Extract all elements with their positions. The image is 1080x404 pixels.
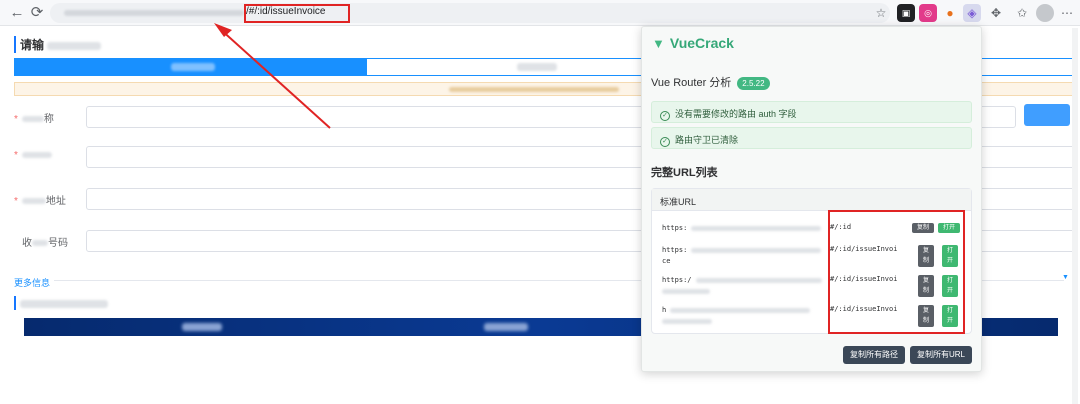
blurred-text <box>484 323 528 331</box>
search-button[interactable] <box>1024 104 1070 126</box>
browser-toolbar: ← ⟳ /#/:id/issueInvoice ☆ ▣ ◎ ● ◈ ✥ ✩ ⋯ <box>0 0 1080 26</box>
copy-all-urls-button[interactable]: 复制所有URL <box>910 346 972 364</box>
form-label: * 称 <box>14 114 54 125</box>
scrollbar[interactable] <box>1072 28 1078 404</box>
favorites-icon[interactable]: ✩ <box>1013 4 1031 22</box>
card-header: 标准URL <box>652 189 971 211</box>
copy-all-paths-button[interactable]: 复制所有路径 <box>843 346 905 364</box>
blurred-text <box>182 323 222 331</box>
router-analysis-title: Vue Router 分析 2.5.22 <box>651 74 770 90</box>
puzzle-icon[interactable]: ✥ <box>987 4 1005 22</box>
form-label: * <box>14 150 84 161</box>
chevron-down-icon[interactable]: ▼ <box>1062 274 1069 281</box>
extension-icon[interactable]: ◎ <box>919 4 937 22</box>
annotation-box <box>828 210 965 334</box>
section-title-text: 请输 <box>20 38 45 52</box>
url-prefix: h <box>662 305 830 327</box>
section-title <box>14 296 108 310</box>
avatar[interactable] <box>1036 4 1054 22</box>
url-prefix: https: <box>662 223 830 234</box>
section-title: 请输 <box>14 36 102 53</box>
star-icon[interactable]: ☆ <box>872 4 890 22</box>
url-prefix: https: ce <box>662 245 830 267</box>
extension-icon[interactable]: ▣ <box>897 4 915 22</box>
blurred-text <box>449 87 619 92</box>
brand: ▼ VueCrack <box>652 35 734 51</box>
form-label: * 地址 <box>14 196 66 207</box>
extension-icon[interactable]: ● <box>941 4 959 22</box>
vue-logo-icon: ▼ <box>652 36 665 51</box>
back-icon[interactable]: ← <box>8 4 26 22</box>
blurred-text <box>517 63 557 71</box>
check-circle-icon: ✓ <box>660 137 670 147</box>
form-label: 收号码 <box>22 238 68 249</box>
menu-icon[interactable]: ⋯ <box>1058 4 1076 22</box>
url-annotation-box <box>244 4 350 23</box>
status-guard: ✓ 路由守卫已清除 <box>651 127 972 149</box>
status-auth: ✓ 没有需要修改的路由 auth 字段 <box>651 101 972 123</box>
url-prefix: https:/ <box>662 275 830 297</box>
vuecrack-extension-icon[interactable]: ◈ <box>963 4 981 22</box>
blurred-url-host <box>64 10 244 16</box>
blurred-text <box>171 63 215 71</box>
address-bar[interactable]: /#/:id/issueInvoice <box>50 3 890 23</box>
blurred-text <box>20 299 108 308</box>
version-badge: 2.5.22 <box>737 76 770 90</box>
url-list-title: 完整URL列表 <box>651 167 718 179</box>
check-circle-icon: ✓ <box>660 111 670 121</box>
reload-icon[interactable]: ⟳ <box>28 4 46 22</box>
more-info-link[interactable]: 更多信息 <box>14 276 50 289</box>
blurred-text <box>47 41 102 50</box>
tab-active[interactable] <box>15 59 367 75</box>
brand-name: VueCrack <box>669 35 734 51</box>
